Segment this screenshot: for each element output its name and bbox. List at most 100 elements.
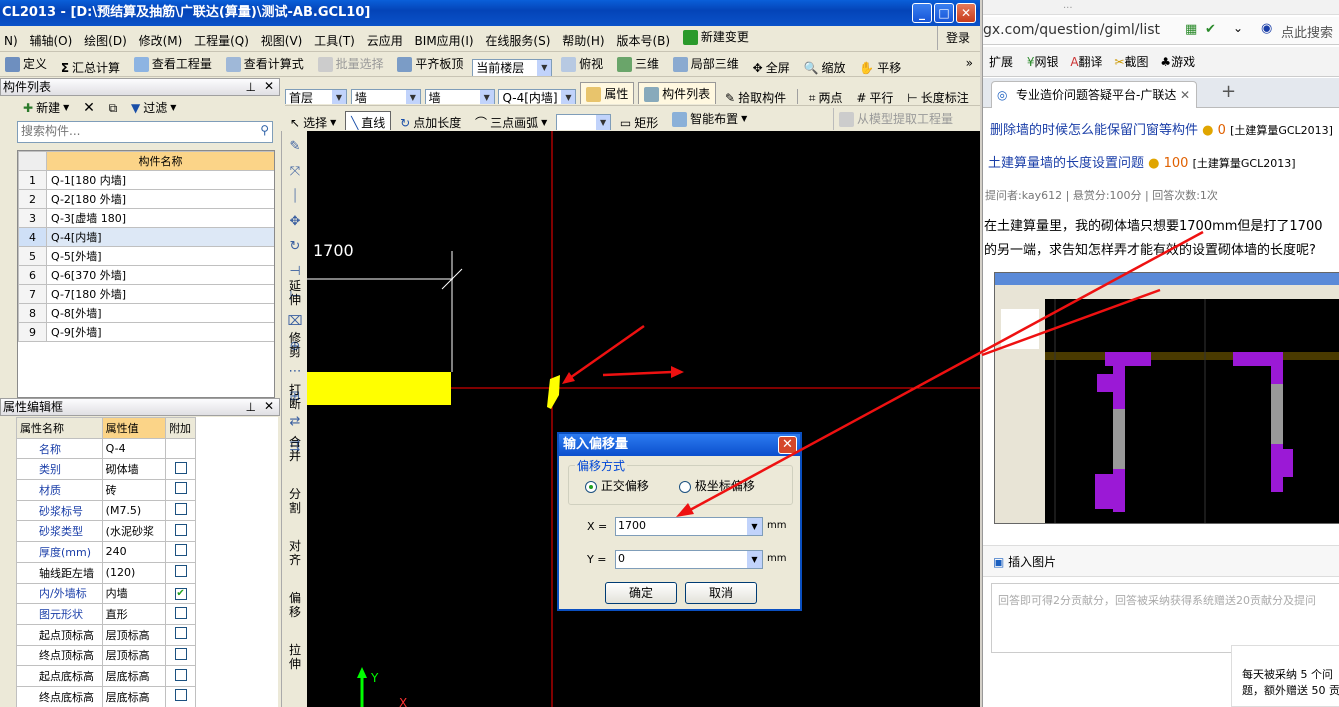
minimize-button[interactable]: _ [912, 3, 932, 23]
chevron-down-icon[interactable]: ▼ [747, 518, 762, 535]
property-row[interactable]: 起点底标高 层底标高 [16, 665, 196, 687]
filter-button[interactable]: ▼ 过滤 ▼ [126, 97, 181, 119]
side-tool-label[interactable]: 分割 [287, 487, 303, 515]
side-tool-label[interactable]: 修剪 [287, 331, 303, 359]
pin-icon[interactable]: ⊥ [246, 79, 256, 96]
component-name-cell[interactable]: Q-4[内墙] [46, 227, 274, 247]
new-change-button[interactable]: 新建变更 [678, 26, 754, 48]
property-value[interactable]: (120) [101, 561, 167, 584]
fullscreen-button[interactable]: ✥ 全屏 [748, 57, 795, 77]
property-row[interactable]: 砂浆标号 (M7.5) [16, 499, 196, 522]
tab-close-icon[interactable]: ✕ [1180, 82, 1190, 108]
dialog-close-button[interactable]: ✕ [778, 436, 797, 454]
arc-option-dropdown[interactable]: ▼ [556, 114, 612, 130]
smart-layout-button[interactable]: 智能布置 ▼ [667, 108, 752, 130]
table-row[interactable]: 6 Q-6[370 外墙] [18, 265, 274, 285]
x-offset-input[interactable]: 1700 ▼ [615, 517, 763, 536]
question-row-1[interactable]: 删除墙的时候怎么能保留门窗等构件 ● 0 [土建算量GCL2013] [990, 119, 1333, 138]
local-3d-button[interactable]: 局部三维 [668, 53, 744, 75]
checkbox[interactable] [174, 668, 187, 681]
answer-textarea[interactable]: 回答即可得2分贡献分，回答被采纳获得系统赠送20贡献分及提问 [991, 583, 1339, 653]
property-value[interactable]: 层底标高 [101, 665, 167, 687]
element-type-dropdown[interactable]: 墙 ▼ [350, 89, 421, 104]
new-component-button[interactable]: ✚ 新建 ▼ [18, 97, 74, 119]
checkbox[interactable] [174, 647, 187, 660]
component-name-cell[interactable]: Q-5[外墙] [46, 246, 274, 266]
property-value[interactable]: 层底标高 [101, 685, 167, 707]
component-name-cell[interactable]: Q-8[外墙] [46, 303, 274, 323]
close-icon[interactable]: ✕ [264, 398, 274, 415]
table-row[interactable]: 1 Q-1[180 内墙] [18, 170, 274, 190]
three-arc-button[interactable]: ⌒ 三点画弧 ▼ [470, 112, 552, 131]
component-list-toggle-button[interactable]: 构件列表 [638, 82, 717, 104]
component-name-header[interactable]: 构件名称 [46, 151, 274, 171]
menu-item[interactable]: N) [0, 29, 22, 52]
chevron-down-icon[interactable]: ⌄ [1233, 21, 1243, 35]
menu-item[interactable]: 绘图(D) [80, 29, 131, 52]
view-formula-button[interactable]: 查看计算式 [221, 53, 309, 75]
side-tool-label[interactable]: 打断 [287, 383, 303, 411]
embedded-screenshot[interactable] [994, 272, 1339, 524]
property-row[interactable]: 厚度(mm) 240 [16, 541, 196, 563]
edit-tool-icon[interactable]: ⇄ [287, 414, 303, 430]
line-button[interactable]: ╲ 直线 [345, 110, 392, 130]
select-button[interactable]: ↖ 选择 ▼ [285, 112, 341, 131]
property-value[interactable]: 直形 [101, 603, 167, 625]
property-value[interactable]: Q-4 [101, 437, 167, 460]
screenshot-item[interactable]: ✂截图 [1110, 55, 1152, 69]
rectangle-button[interactable]: ▭ 矩形 [615, 112, 663, 131]
checkbox[interactable] [174, 503, 187, 516]
property-row[interactable]: 起点顶标高 层顶标高 [16, 623, 196, 646]
edit-tool-icon[interactable]: ⏐ [287, 189, 303, 205]
maximize-button[interactable]: □ [934, 3, 954, 23]
table-row[interactable]: 5 Q-5[外墙] [18, 246, 274, 266]
property-value[interactable]: 砌体墙 [101, 458, 167, 481]
edit-tool-icon[interactable]: ↻ [287, 239, 303, 255]
property-value[interactable]: 内墙 [101, 582, 167, 605]
property-row[interactable]: 类别 砌体墙 [16, 458, 196, 481]
qr-icon[interactable]: ▦ [1185, 22, 1197, 37]
checkbox[interactable] [174, 689, 187, 702]
checkbox[interactable] [174, 544, 187, 557]
element-subtype-dropdown[interactable]: 墙 ▼ [424, 89, 495, 104]
plan-view-button[interactable]: 俯视 [556, 53, 608, 75]
pan-button[interactable]: ✋ 平移 [854, 57, 906, 77]
table-row[interactable]: 9 Q-9[外墙] [18, 322, 274, 342]
side-tool-label[interactable]: 偏移 [287, 591, 303, 619]
ok-button[interactable]: 确定 [605, 582, 677, 604]
browser-tab-active[interactable]: ◎ 专业造价问题答疑平台-广联达 ✕ [991, 81, 1197, 108]
edit-tool-icon[interactable]: ⊣ [287, 264, 303, 280]
align-slab-button[interactable]: 平齐板顶 [392, 53, 468, 75]
floor-selector[interactable]: 当前楼层 ▼ [472, 59, 553, 76]
chevron-down-icon[interactable]: ▼ [747, 551, 762, 568]
polar-offset-radio[interactable]: 极坐标偏移 [679, 477, 755, 494]
ortho-offset-radio[interactable]: 正交偏移 [585, 477, 649, 494]
component-search-input[interactable] [18, 122, 246, 140]
checkbox-checked[interactable]: ✔ [174, 588, 187, 601]
table-row[interactable]: 7 Q-7[180 外墙] [18, 284, 274, 304]
translate-item[interactable]: A翻译 [1066, 55, 1106, 69]
pin-icon[interactable]: ⊥ [246, 399, 256, 416]
toolbar-overflow-button[interactable]: » [961, 52, 978, 74]
edit-tool-icon[interactable]: ⌧ [287, 314, 303, 330]
property-row[interactable]: 终点底标高 层底标高 [16, 685, 196, 707]
checkbox[interactable] [174, 565, 187, 578]
insert-image-bar[interactable]: ▣ 插入图片 [983, 545, 1339, 577]
question-title-1[interactable]: 删除墙的时候怎么能保留门窗等构件 [990, 123, 1198, 138]
property-row[interactable]: 材质砖 [16, 479, 196, 501]
checkbox[interactable] [174, 627, 187, 640]
property-row[interactable]: 砂浆类型 (水泥砂浆 [16, 520, 196, 543]
side-tool-label[interactable]: 合并 [287, 435, 303, 463]
menu-item[interactable]: 辅轴(O) [26, 29, 77, 52]
edit-tool-icon[interactable]: ✥ [287, 214, 303, 230]
close-icon[interactable]: ✕ [264, 78, 274, 95]
menu-item[interactable]: BIM应用(I) [411, 29, 478, 52]
property-value[interactable]: 砖 [101, 479, 167, 501]
side-tool-label[interactable]: 对齐 [287, 539, 303, 567]
edit-tool-icon[interactable]: ⋯ [287, 364, 303, 380]
close-button[interactable]: ✕ [956, 3, 976, 23]
define-button[interactable]: 定义 [0, 53, 52, 75]
view-quantity-button[interactable]: 查看工程量 [129, 53, 217, 75]
property-value[interactable]: (水泥砂浆 [101, 520, 167, 543]
copy-component-button[interactable]: ⧉ [104, 97, 123, 119]
